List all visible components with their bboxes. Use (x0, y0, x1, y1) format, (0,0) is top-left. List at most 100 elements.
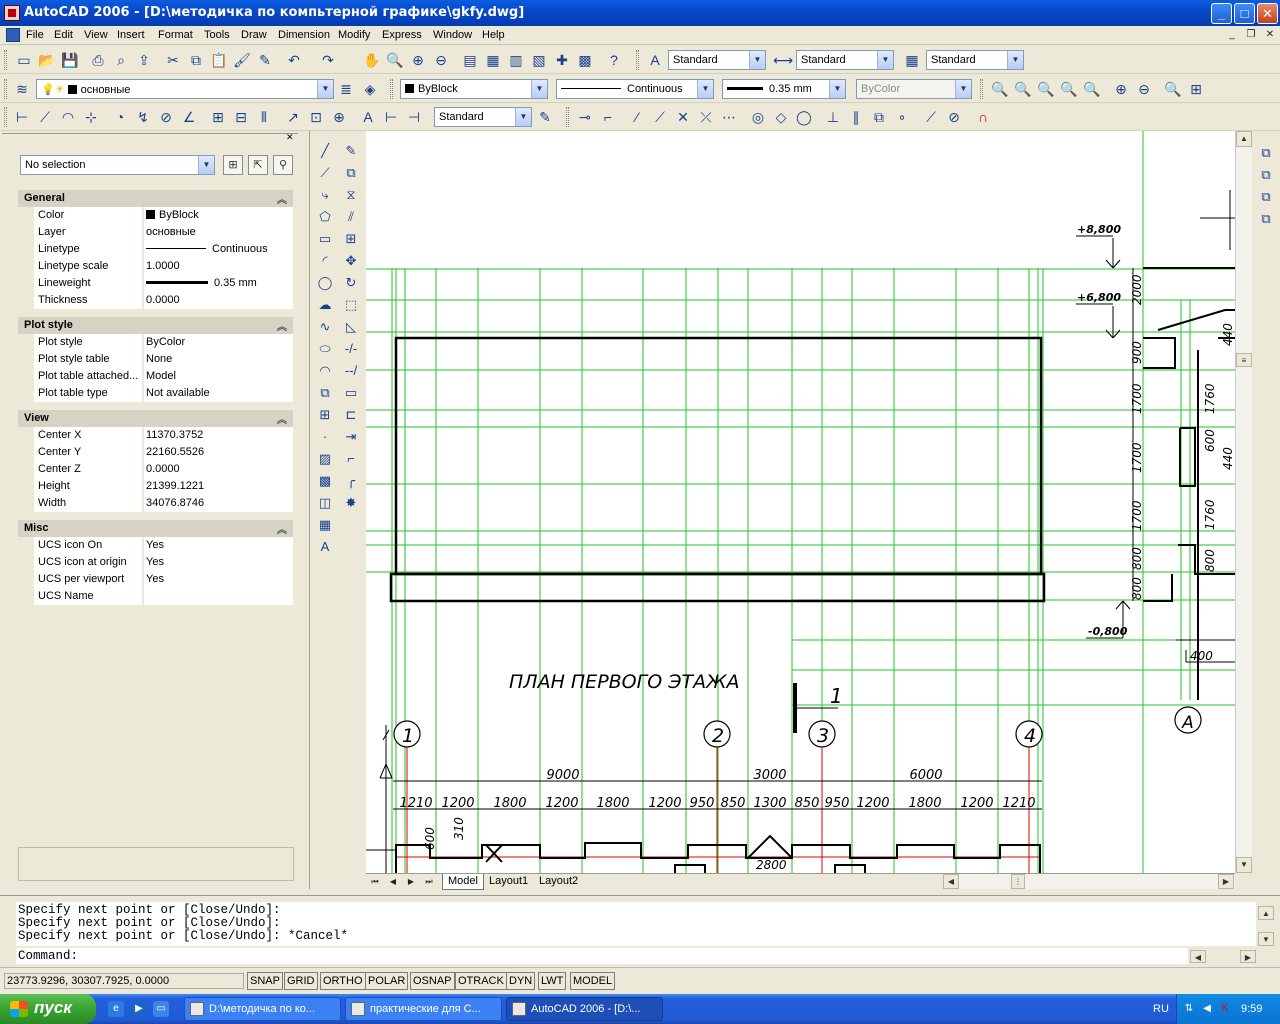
snap-extension-icon[interactable]: ⋯ (719, 107, 739, 127)
collapse-icon[interactable]: ︽ (277, 411, 287, 426)
snap-endpoint-icon[interactable]: ⁄ (627, 107, 647, 127)
gradient-icon[interactable]: ▩ (315, 471, 335, 491)
plot-icon[interactable]: ⎙ (88, 50, 108, 70)
property-row[interactable]: UCS Name (18, 588, 293, 605)
cmd-hscroll-left-icon[interactable]: ◀ (1190, 950, 1206, 963)
menu-tools[interactable]: Tools (204, 29, 230, 41)
point-icon[interactable]: · (315, 427, 335, 447)
fillet-icon[interactable]: ╭ (341, 471, 361, 491)
property-row[interactable]: Width 34076.8746 (18, 495, 293, 512)
coordinate-readout[interactable]: 23773.9296, 30307.7925, 0.0000 (4, 973, 244, 989)
dimension-style-icon[interactable]: ✎ (535, 107, 555, 127)
block-editor-icon[interactable]: ✎ (255, 50, 275, 70)
aligned-dim-icon[interactable]: ⟋ (35, 107, 55, 127)
dim-update-icon[interactable]: ⊣ (404, 107, 424, 127)
tab-layout2[interactable]: Layout2 (534, 874, 583, 890)
quick-select-icon[interactable]: ⚲ (273, 155, 293, 175)
linetype-combo[interactable]: Continuous ▼ (556, 79, 714, 99)
title-bar[interactable]: AutoCAD 2006 - [D:\методичка по компьтер… (0, 0, 1280, 26)
break-at-point-icon[interactable]: ▭ (341, 383, 361, 403)
cmd-scroll-up-icon[interactable]: ▲ (1258, 906, 1274, 920)
text-style-combo[interactable]: Standard ▼ (668, 50, 766, 70)
snap-from-icon[interactable]: ⌐ (598, 107, 618, 127)
snap-none-icon[interactable]: ⊘ (944, 107, 964, 127)
hscroll-thumb[interactable]: ⋮ (1011, 874, 1025, 889)
property-row[interactable]: Plot style ByColor (18, 334, 293, 351)
snap-tangent-icon[interactable]: ◯ (794, 107, 814, 127)
ie-icon[interactable]: e (108, 1001, 124, 1017)
property-row[interactable]: Color ByBlock (18, 207, 293, 224)
zoom-out-icon[interactable]: ⊖ (1134, 79, 1154, 99)
rectangle-icon[interactable]: ▭ (315, 229, 335, 249)
zoom-previous-icon[interactable]: ⊖ (431, 50, 451, 70)
grid-toggle[interactable]: GRID (284, 972, 318, 990)
dim-style-control-combo[interactable]: Standard ▼ (434, 107, 532, 127)
copy-object-icon[interactable]: ⧉ (341, 163, 361, 183)
command-input[interactable]: Command: (16, 948, 1188, 964)
array-icon[interactable]: ⊞ (341, 229, 361, 249)
mdi-minimize-button[interactable]: _ (1224, 28, 1240, 42)
volume-icon[interactable]: ◀ (1199, 1001, 1215, 1017)
multiline-text-icon[interactable]: A (315, 537, 335, 557)
arc-length-icon[interactable]: ◠ (58, 107, 78, 127)
markup-icon[interactable]: ✚ (552, 50, 572, 70)
property-row[interactable]: Thickness 0.0000 (18, 292, 293, 309)
quick-dim-icon[interactable]: ⊞ (208, 107, 228, 127)
property-row[interactable]: Center X 11370.3752 (18, 427, 293, 444)
start-button[interactable]: пуск (0, 994, 96, 1024)
line-icon[interactable]: ╱ (315, 141, 335, 161)
circle-icon[interactable]: ◯ (315, 273, 335, 293)
mirror-icon[interactable]: ⧖ (341, 185, 361, 205)
autocad-app-icon[interactable] (4, 5, 20, 21)
ordinate-dim-icon[interactable]: ⊹ (81, 107, 101, 127)
copy-icon[interactable]: ⧉ (186, 50, 206, 70)
task-autocad[interactable]: AutoCAD 2006 - [D:\... (506, 997, 663, 1021)
dim-style-combo[interactable]: Standard ▼ (796, 50, 894, 70)
collapse-icon[interactable]: ︽ (277, 191, 287, 206)
menu-express[interactable]: Express (382, 29, 422, 41)
cmd-hscroll-right-icon[interactable]: ▶ (1240, 950, 1256, 963)
layer-previous-icon[interactable]: ◈ (360, 79, 380, 99)
linear-dim-icon[interactable]: ⊢ (12, 107, 32, 127)
menu-edit[interactable]: Edit (54, 29, 73, 41)
snap-apparent-icon[interactable]: ⤫ (696, 107, 716, 127)
selection-combo[interactable]: No selection ▼ (20, 155, 215, 175)
scroll-thumb[interactable]: ≡ (1236, 353, 1252, 367)
undo-icon[interactable]: ↶ (284, 50, 304, 70)
vertical-scrollbar[interactable]: ▲ ≡ ▼ (1235, 131, 1252, 873)
rotate-icon[interactable]: ↻ (341, 273, 361, 293)
dim-text-edit-icon[interactable]: ⊢ (381, 107, 401, 127)
tolerance-icon[interactable]: ⊡ (306, 107, 326, 127)
sheet-set-icon[interactable]: ▧ (529, 50, 549, 70)
tool-palettes-icon[interactable]: ▥ (506, 50, 526, 70)
menu-format[interactable]: Format (158, 29, 193, 41)
language-indicator[interactable]: RU (1153, 1003, 1169, 1015)
baseline-dim-icon[interactable]: ⊟ (231, 107, 251, 127)
prev-tab-icon[interactable]: ◀ (386, 875, 400, 889)
scroll-up-icon[interactable]: ▲ (1236, 131, 1252, 147)
stretch-icon[interactable]: ◺ (341, 317, 361, 337)
move-icon[interactable]: ✥ (341, 251, 361, 271)
snap-quadrant-icon[interactable]: ◇ (771, 107, 791, 127)
property-row[interactable]: Plot table type Not available (18, 385, 293, 402)
media-player-icon[interactable]: ▶ (131, 1001, 147, 1017)
polyline-icon[interactable]: ⤷ (315, 185, 335, 205)
section-header[interactable]: General ︽ (18, 190, 293, 207)
property-row[interactable]: UCS icon On Yes (18, 537, 293, 554)
property-row[interactable]: UCS icon at origin Yes (18, 554, 293, 571)
property-row[interactable]: Linetype scale 1.0000 (18, 258, 293, 275)
ellipse-arc-icon[interactable]: ◠ (315, 361, 335, 381)
otrack-toggle[interactable]: OTRACK (455, 972, 507, 990)
task-word[interactable]: практические для С... (345, 997, 502, 1021)
table-style-icon[interactable]: ▦ (902, 50, 922, 70)
spline-icon[interactable]: ∿ (315, 317, 335, 337)
toolbar-grip[interactable] (636, 50, 639, 70)
next-tab-icon[interactable]: ▶ (404, 875, 418, 889)
publish-icon[interactable]: ⇪ (134, 50, 154, 70)
tab-model[interactable]: Model (442, 874, 484, 890)
zoom-window-icon[interactable]: ⊕ (408, 50, 428, 70)
toolbar-grip[interactable] (4, 50, 7, 70)
menu-view[interactable]: View (84, 29, 108, 41)
property-row[interactable]: Plot style table None (18, 351, 293, 368)
snap-toggle[interactable]: SNAP (247, 972, 283, 990)
